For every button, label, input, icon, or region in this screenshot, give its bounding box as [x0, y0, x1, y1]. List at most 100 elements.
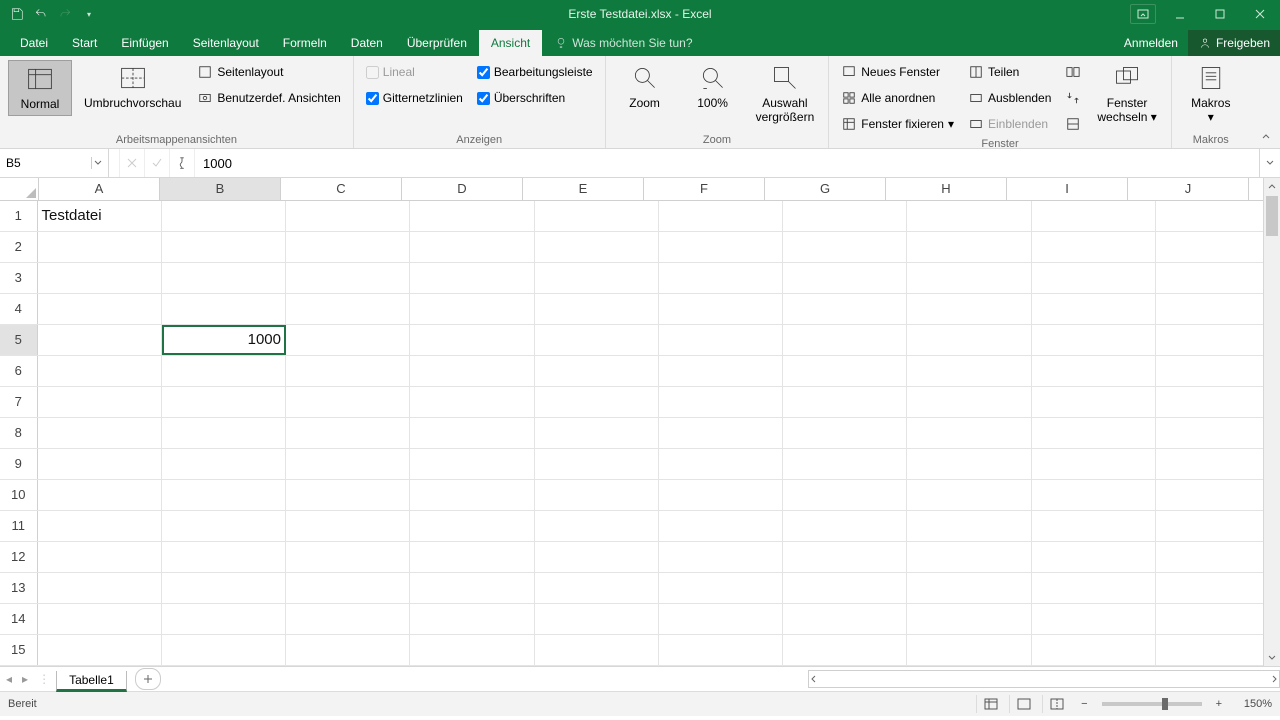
- cell-grid[interactable]: 1Testdatei234510006789101112131415: [0, 201, 1280, 666]
- sheet-next-icon[interactable]: ▸: [22, 672, 28, 686]
- switch-windows-button[interactable]: Fensterwechseln ▾: [1091, 60, 1162, 128]
- cell[interactable]: [38, 480, 162, 510]
- zoom-in-button[interactable]: +: [1210, 698, 1228, 710]
- cell[interactable]: [38, 511, 162, 541]
- cell[interactable]: [783, 294, 907, 324]
- row-header[interactable]: 10: [0, 480, 38, 510]
- cell[interactable]: [38, 573, 162, 603]
- check-formulabar[interactable]: Bearbeitungsleiste: [473, 60, 597, 84]
- cell[interactable]: [162, 387, 286, 417]
- share-button[interactable]: Freigeben: [1188, 30, 1280, 56]
- cell[interactable]: [286, 604, 410, 634]
- cell[interactable]: [38, 635, 162, 665]
- row-header[interactable]: 6: [0, 356, 38, 386]
- cell[interactable]: [1156, 201, 1280, 231]
- cell[interactable]: [1156, 511, 1280, 541]
- arrange-all-button[interactable]: Alle anordnen: [837, 86, 958, 110]
- cell[interactable]: [783, 542, 907, 572]
- cell[interactable]: [410, 356, 534, 386]
- zoom-slider[interactable]: [1102, 702, 1202, 706]
- zoom-out-button[interactable]: −: [1075, 698, 1093, 710]
- undo-icon[interactable]: [32, 5, 50, 23]
- cell[interactable]: [38, 356, 162, 386]
- cell[interactable]: [410, 542, 534, 572]
- row-header[interactable]: 4: [0, 294, 38, 324]
- tab-data[interactable]: Daten: [339, 30, 395, 56]
- cell[interactable]: [162, 604, 286, 634]
- row-header[interactable]: 7: [0, 387, 38, 417]
- cell[interactable]: [659, 573, 783, 603]
- cell[interactable]: [659, 449, 783, 479]
- cell[interactable]: [162, 294, 286, 324]
- cell[interactable]: [1032, 325, 1156, 355]
- cell[interactable]: [659, 511, 783, 541]
- cell[interactable]: [907, 511, 1031, 541]
- cell[interactable]: [286, 232, 410, 262]
- cell[interactable]: [907, 294, 1031, 324]
- column-header[interactable]: B: [160, 178, 281, 200]
- row-header[interactable]: 3: [0, 263, 38, 293]
- insert-function-icon[interactable]: [170, 149, 195, 177]
- cell[interactable]: [783, 201, 907, 231]
- cell[interactable]: [907, 232, 1031, 262]
- cell[interactable]: [410, 418, 534, 448]
- cell[interactable]: [783, 480, 907, 510]
- cell[interactable]: [535, 387, 659, 417]
- zoom-level[interactable]: 150%: [1232, 698, 1272, 710]
- cell[interactable]: [410, 294, 534, 324]
- reset-position-button[interactable]: [1061, 112, 1085, 136]
- cell[interactable]: [1156, 449, 1280, 479]
- cell[interactable]: [410, 232, 534, 262]
- cell[interactable]: [286, 573, 410, 603]
- signin-button[interactable]: Anmelden: [1114, 30, 1188, 56]
- cell[interactable]: [410, 387, 534, 417]
- cell[interactable]: [783, 573, 907, 603]
- cell[interactable]: [1156, 356, 1280, 386]
- cell[interactable]: [659, 604, 783, 634]
- cell[interactable]: [1032, 356, 1156, 386]
- column-header[interactable]: J: [1128, 178, 1249, 200]
- cell[interactable]: [535, 449, 659, 479]
- column-header[interactable]: A: [39, 178, 160, 200]
- cell[interactable]: [907, 604, 1031, 634]
- row-header[interactable]: 1: [0, 201, 38, 231]
- cell[interactable]: [286, 356, 410, 386]
- sheet-prev-icon[interactable]: ◂: [6, 672, 12, 686]
- cell[interactable]: [1156, 263, 1280, 293]
- cell[interactable]: [1156, 573, 1280, 603]
- cell[interactable]: [535, 635, 659, 665]
- cell[interactable]: [907, 325, 1031, 355]
- cell[interactable]: [162, 511, 286, 541]
- cell[interactable]: [38, 387, 162, 417]
- vertical-scrollbar[interactable]: [1263, 178, 1280, 666]
- check-gridlines[interactable]: Gitternetzlinien: [362, 86, 467, 110]
- row-header[interactable]: 8: [0, 418, 38, 448]
- cell[interactable]: [162, 356, 286, 386]
- cell[interactable]: [659, 263, 783, 293]
- save-icon[interactable]: [8, 5, 26, 23]
- column-header[interactable]: H: [886, 178, 1007, 200]
- cell[interactable]: [535, 294, 659, 324]
- zoom-selection-button[interactable]: Auswahlvergrößern: [750, 60, 821, 128]
- cell[interactable]: [286, 635, 410, 665]
- cell[interactable]: [1032, 511, 1156, 541]
- cell[interactable]: 1000: [162, 325, 286, 355]
- cell[interactable]: [659, 325, 783, 355]
- cell[interactable]: [162, 480, 286, 510]
- tell-me-input[interactable]: Was möchten Sie tun?: [542, 30, 704, 56]
- cell[interactable]: [1032, 418, 1156, 448]
- cell[interactable]: [38, 263, 162, 293]
- cell[interactable]: [907, 542, 1031, 572]
- cell[interactable]: [286, 418, 410, 448]
- scroll-thumb[interactable]: [1266, 196, 1278, 236]
- cell[interactable]: [783, 418, 907, 448]
- cell[interactable]: [1032, 480, 1156, 510]
- minimize-icon[interactable]: [1160, 0, 1200, 28]
- cell[interactable]: [659, 542, 783, 572]
- ribbon-display-options-icon[interactable]: [1130, 4, 1156, 24]
- cell[interactable]: [907, 356, 1031, 386]
- cell[interactable]: [1032, 263, 1156, 293]
- cell[interactable]: [1032, 635, 1156, 665]
- cell[interactable]: [535, 542, 659, 572]
- column-header[interactable]: G: [765, 178, 886, 200]
